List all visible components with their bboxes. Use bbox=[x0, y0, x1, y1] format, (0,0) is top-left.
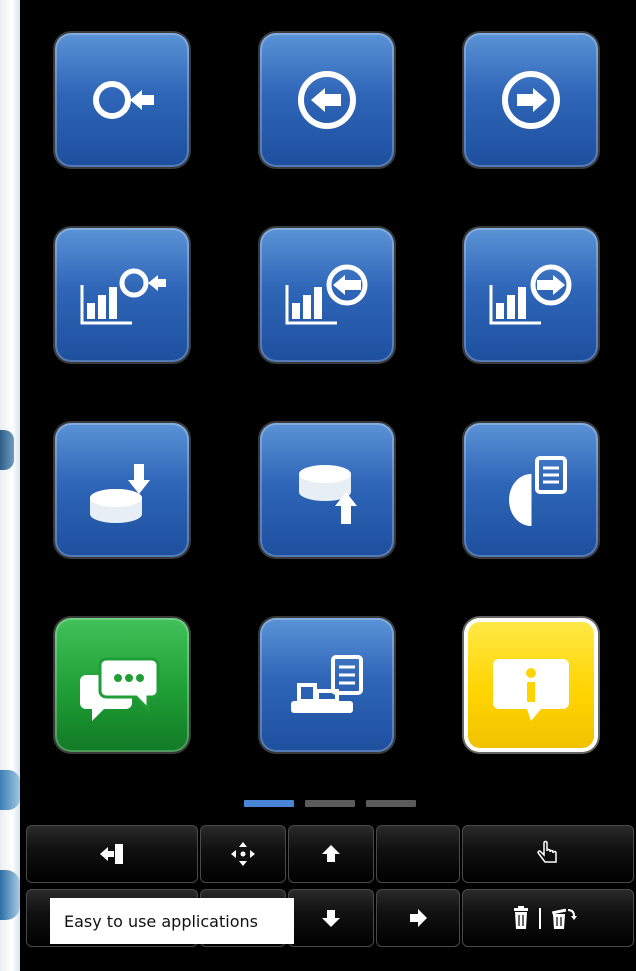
back-app-tile[interactable] bbox=[260, 33, 394, 167]
device-document-icon bbox=[291, 655, 363, 713]
chart-back-icon bbox=[285, 264, 368, 325]
app-launcher-panel: Easy to use applications bbox=[20, 0, 636, 971]
move-down-button[interactable] bbox=[288, 889, 374, 947]
database-download-icon bbox=[90, 464, 150, 523]
logout-app-tile[interactable] bbox=[55, 33, 189, 167]
tooltip-text: Easy to use applications bbox=[64, 911, 258, 931]
forward-app-tile[interactable] bbox=[464, 33, 598, 167]
background-decoration bbox=[0, 430, 14, 470]
delete-restore-button[interactable] bbox=[462, 889, 634, 947]
chat-bubbles-icon bbox=[80, 657, 160, 721]
database-document-icon bbox=[509, 456, 567, 526]
chart-logout-app-tile[interactable] bbox=[55, 228, 189, 362]
arrow-up-icon bbox=[322, 845, 340, 862]
forward-arrow-icon bbox=[502, 71, 560, 129]
page-indicator bbox=[20, 800, 636, 810]
device-document-app-tile[interactable] bbox=[260, 618, 394, 752]
database-upload-icon bbox=[299, 465, 357, 524]
background-decoration bbox=[0, 770, 20, 810]
exit-button[interactable] bbox=[26, 825, 198, 883]
chart-back-app-tile[interactable] bbox=[260, 228, 394, 362]
page-indicator-dot-2[interactable] bbox=[305, 800, 355, 807]
back-arrow-icon bbox=[298, 71, 356, 129]
chat-app-tile[interactable] bbox=[55, 618, 189, 752]
hand-pointer-icon bbox=[537, 840, 557, 863]
exit-icon bbox=[100, 844, 123, 864]
database-download-app-tile[interactable] bbox=[55, 423, 189, 557]
move-icon bbox=[231, 842, 255, 866]
move-right-button[interactable] bbox=[376, 889, 460, 947]
move-up-button[interactable] bbox=[288, 825, 374, 883]
page-indicator-dot-3[interactable] bbox=[366, 800, 416, 807]
logout-icon bbox=[93, 81, 154, 119]
chart-forward-app-tile[interactable] bbox=[464, 228, 598, 362]
bottom-toolbar: Easy to use applications bbox=[20, 820, 636, 971]
move-button[interactable] bbox=[200, 825, 286, 883]
arrow-right-icon bbox=[410, 909, 427, 927]
info-bubble-icon bbox=[493, 659, 569, 721]
database-document-app-tile[interactable] bbox=[464, 423, 598, 557]
database-upload-app-tile[interactable] bbox=[260, 423, 394, 557]
tooltip: Easy to use applications bbox=[50, 898, 294, 944]
empty-toolbar-button[interactable] bbox=[376, 825, 460, 883]
select-button[interactable] bbox=[462, 825, 634, 883]
info-app-tile[interactable] bbox=[464, 618, 598, 752]
background-decoration bbox=[0, 870, 20, 920]
app-icon-grid bbox=[20, 0, 636, 780]
chart-forward-icon bbox=[489, 264, 572, 325]
page-indicator-dot-1[interactable] bbox=[244, 800, 294, 807]
trash-restore-icon bbox=[514, 906, 577, 929]
arrow-down-icon bbox=[322, 910, 340, 927]
background-window-edge bbox=[0, 0, 20, 971]
chart-logout-icon bbox=[80, 268, 166, 325]
